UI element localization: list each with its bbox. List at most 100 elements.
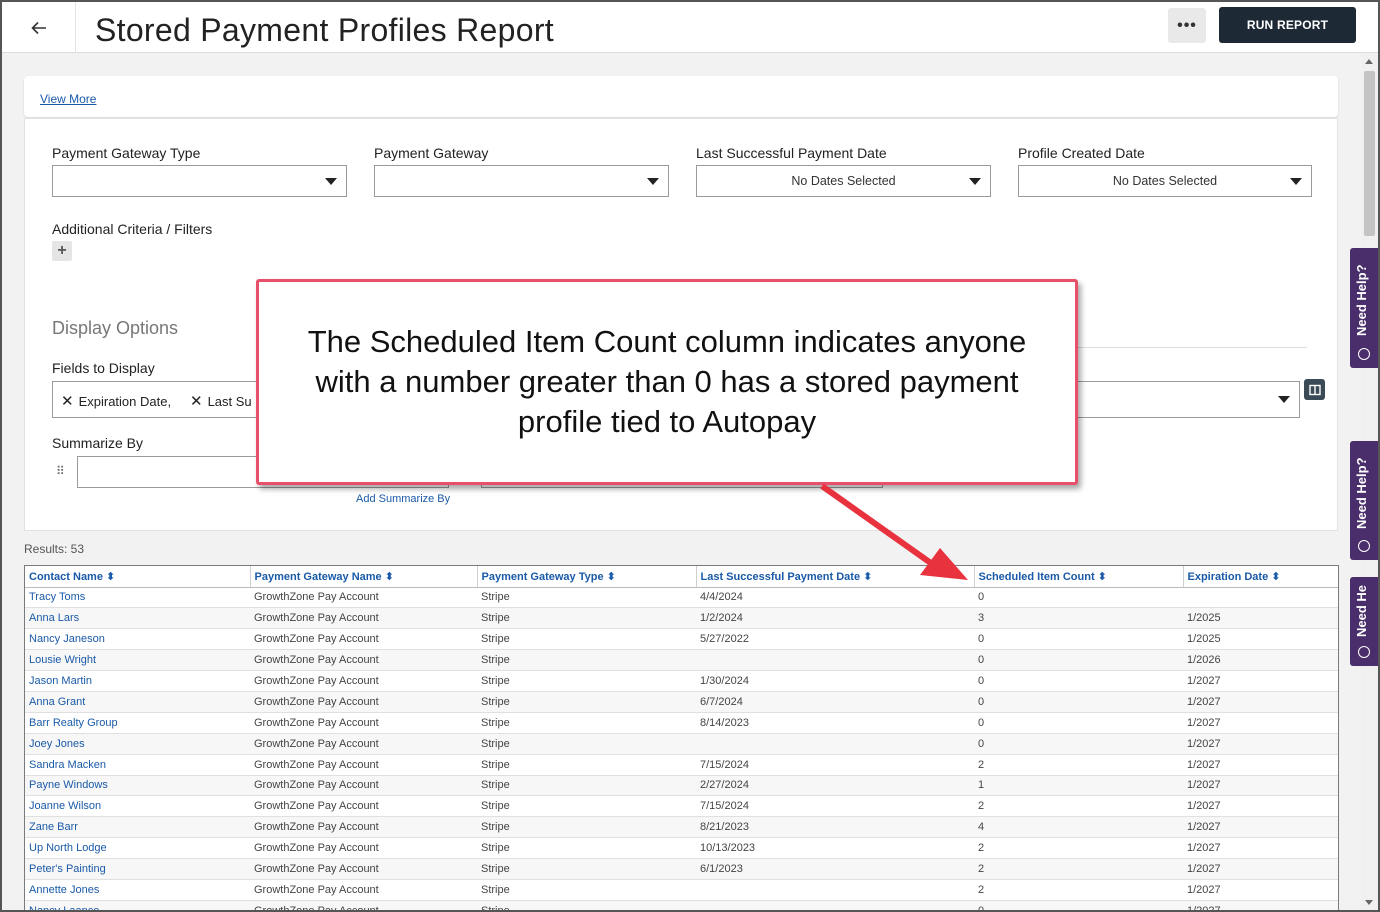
cell-gateway-name: GrowthZone Pay Account <box>250 670 477 692</box>
cell-expiration-date: 1/2027 <box>1183 775 1338 797</box>
gateway-select[interactable] <box>374 165 669 197</box>
remove-chip-icon[interactable]: ✕ <box>190 393 203 410</box>
display-options-title: Display Options <box>52 318 179 338</box>
cell-expiration-date: 1/2027 <box>1183 858 1338 880</box>
column-picker-button[interactable] <box>1304 379 1325 400</box>
column-header-last-payment-date[interactable]: Last Successful Payment Date ⬍ <box>696 566 975 588</box>
cell-gateway-name: GrowthZone Pay Account <box>250 837 477 860</box>
chip-label: Expiration Date, <box>78 394 172 409</box>
field-chip-last-successful[interactable]: ✕ Last Su <box>190 392 252 410</box>
drag-handle-icon[interactable]: ⠿ <box>56 464 65 478</box>
help-icon <box>1358 540 1370 552</box>
scroll-up-icon[interactable] <box>1365 59 1373 64</box>
cell-scheduled-item-count: 2 <box>974 837 1183 860</box>
cell-scheduled-item-count: 0 <box>974 587 1183 609</box>
cell-gateway-name: GrowthZone Pay Account <box>250 816 477 839</box>
cell-scheduled-item-count: 1 <box>974 775 1183 797</box>
view-more-card: View More <box>24 76 1338 117</box>
more-options-button[interactable]: ••• <box>1168 8 1206 43</box>
gateway-type-select[interactable] <box>52 165 347 197</box>
cell-scheduled-item-count: 4 <box>974 816 1183 839</box>
cell-contact-name[interactable]: Sandra Macken <box>25 754 250 776</box>
cell-gateway-type: Stripe <box>477 691 696 713</box>
cell-contact-name[interactable]: Annette Jones <box>25 879 250 901</box>
cell-expiration-date: 1/2027 <box>1183 795 1338 818</box>
cell-expiration-date <box>1183 587 1338 609</box>
cell-gateway-name: GrowthZone Pay Account <box>250 754 477 776</box>
cell-expiration-date: 1/2025 <box>1183 628 1338 651</box>
cell-gateway-type: Stripe <box>477 858 696 880</box>
back-button[interactable] <box>2 2 76 53</box>
table-row: Anna Grant GrowthZone Pay Account Stripe 6/… <box>25 691 1338 713</box>
cell-gateway-name: GrowthZone Pay Account <box>250 628 477 651</box>
cell-expiration-date: 1/2027 <box>1183 754 1338 776</box>
cell-gateway-type: Stripe <box>477 837 696 860</box>
column-header-gateway-name[interactable]: Payment Gateway Name ⬍ <box>250 566 478 588</box>
cell-gateway-type: Stripe <box>477 649 696 672</box>
cell-last-payment-date: 8/21/2023 <box>696 816 974 839</box>
cell-scheduled-item-count: 0 <box>974 733 1183 755</box>
cell-contact-name[interactable]: Peter's Painting <box>25 858 250 880</box>
arrow-left-icon <box>30 21 46 34</box>
view-more-link[interactable]: View More <box>40 92 96 106</box>
profile-created-date-select[interactable]: No Dates Selected <box>1018 165 1312 197</box>
annotation-callout: The Scheduled Item Count column indicate… <box>256 279 1078 485</box>
table-row: Anna Lars GrowthZone Pay Account Stripe 1/2… <box>25 607 1338 630</box>
cell-scheduled-item-count: 0 <box>974 649 1183 672</box>
cell-gateway-name: GrowthZone Pay Account <box>250 858 477 880</box>
need-help-tab[interactable]: Need Help? <box>1350 248 1378 368</box>
cell-contact-name[interactable]: Payne Windows <box>25 775 250 797</box>
cell-contact-name[interactable]: Joanne Wilson <box>25 795 250 818</box>
cell-contact-name[interactable]: Barr Realty Group <box>25 712 250 734</box>
scroll-down-icon[interactable] <box>1365 900 1373 905</box>
cell-gateway-type: Stripe <box>477 795 696 818</box>
last-payment-date-select[interactable]: No Dates Selected <box>696 165 991 197</box>
scroll-thumb[interactable] <box>1364 71 1375 236</box>
chip-label: Last Su <box>207 394 252 409</box>
cell-expiration-date: 1/2027 <box>1183 691 1338 713</box>
cell-last-payment-date: 1/30/2024 <box>696 670 974 692</box>
table-row: Nancy Janeson GrowthZone Pay Account Strip… <box>25 628 1338 651</box>
cell-contact-name[interactable]: Anna Lars <box>25 607 250 630</box>
cell-scheduled-item-count: 0 <box>974 670 1183 692</box>
column-header-scheduled-item-count[interactable]: Scheduled Item Count ⬍ <box>974 566 1184 588</box>
table-row: Nancy Laance GrowthZone Pay Account Stripe… <box>25 900 1338 911</box>
remove-chip-icon[interactable]: ✕ <box>61 393 74 410</box>
additional-criteria-label: Additional Criteria / Filters <box>52 221 213 237</box>
cell-contact-name[interactable]: Tracy Toms <box>25 587 250 609</box>
table-row: Lousie Wright GrowthZone Pay Account Strip… <box>25 649 1338 672</box>
column-header-contact-name[interactable]: Contact Name ⬍ <box>25 566 251 588</box>
cell-contact-name[interactable]: Jason Martin <box>25 670 250 692</box>
run-report-button[interactable]: RUN REPORT <box>1219 7 1356 43</box>
cell-last-payment-date: 6/7/2024 <box>696 691 974 713</box>
table-row: Barr Realty Group GrowthZone Pay Account S… <box>25 712 1338 734</box>
cell-contact-name[interactable]: Up North Lodge <box>25 837 250 860</box>
cell-contact-name[interactable]: Nancy Laance <box>25 900 250 911</box>
cell-contact-name[interactable]: Nancy Janeson <box>25 628 250 651</box>
need-help-tab[interactable]: Need Help? <box>1350 441 1378 560</box>
table-row: Tracy Toms GrowthZone Pay Account Stripe 4/… <box>25 587 1338 609</box>
column-header-gateway-type[interactable]: Payment Gateway Type ⬍ <box>477 566 697 588</box>
need-help-tab[interactable]: Need He <box>1350 577 1378 666</box>
page-title: Stored Payment Profiles Report <box>95 12 554 48</box>
column-header-expiration-date[interactable]: Expiration Date ⬍ <box>1183 566 1338 588</box>
field-chip-expiration-date[interactable]: ✕ Expiration Date, <box>61 392 171 410</box>
cell-last-payment-date <box>696 733 974 755</box>
cell-contact-name[interactable]: Zane Barr <box>25 816 250 839</box>
cell-contact-name[interactable]: Anna Grant <box>25 691 250 713</box>
add-summarize-by-link[interactable]: Add Summarize By <box>356 493 450 505</box>
cell-scheduled-item-count: 0 <box>974 628 1183 651</box>
table-row: Joey Jones GrowthZone Pay Account Stripe 0 1… <box>25 733 1338 755</box>
cell-gateway-type: Stripe <box>477 816 696 839</box>
cell-contact-name[interactable]: Joey Jones <box>25 733 250 755</box>
cell-expiration-date: 1/2027 <box>1183 816 1338 839</box>
add-criteria-button[interactable]: + <box>52 241 72 261</box>
chevron-down-icon <box>1278 396 1290 403</box>
help-icon <box>1358 348 1370 360</box>
cell-last-payment-date: 1/2/2024 <box>696 607 974 630</box>
cell-last-payment-date <box>696 649 974 672</box>
table-row: Up North Lodge GrowthZone Pay Account Stri… <box>25 837 1338 860</box>
cell-last-payment-date: 4/4/2024 <box>696 587 974 609</box>
cell-contact-name[interactable]: Lousie Wright <box>25 649 250 672</box>
table-header-row: Contact Name ⬍ Payment Gateway Name ⬍ Pa… <box>25 566 1338 588</box>
